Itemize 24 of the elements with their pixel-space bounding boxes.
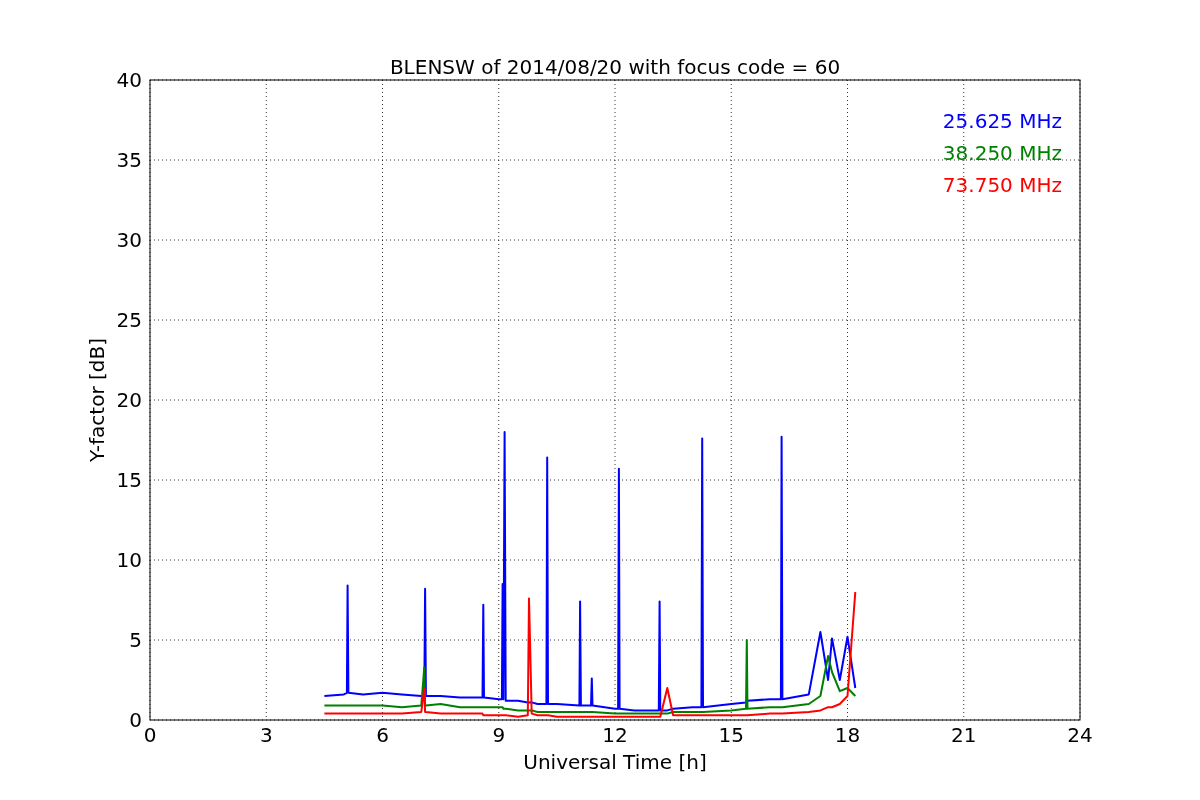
x-tick-label: 18 [834,723,861,747]
x-tick-label: 6 [376,723,389,747]
legend-label: 25.625 MHz [942,109,1062,133]
x-tick-label: 3 [259,723,273,747]
y-tick-label: 30 [116,228,142,252]
legend-label: 73.750 MHz [942,173,1062,197]
x-tick-label: 24 [1067,723,1093,747]
y-tick-label: 25 [116,308,142,332]
y-tick-label: 40 [116,68,142,92]
y-tick-label: 20 [116,388,142,412]
x-axis-label: Universal Time [h] [523,750,707,774]
y-axis-label: Y-factor [dB] [85,338,109,462]
chart-title: BLENSW of 2014/08/20 with focus code = 60 [389,55,841,79]
legend-label: 38.250 MHz [942,141,1062,165]
x-tick-label: 15 [718,723,744,747]
y-tick-label: 10 [116,548,142,572]
x-tick-label: 12 [602,723,628,747]
y-tick-label: 35 [116,148,142,172]
x-tick-label: 9 [492,723,506,747]
y-tick-label: 15 [116,468,142,492]
x-tick-label: 21 [951,723,977,747]
x-tick-label: 0 [143,723,157,747]
y-tick-label: 0 [129,708,142,732]
y-tick-label: 5 [129,628,142,652]
